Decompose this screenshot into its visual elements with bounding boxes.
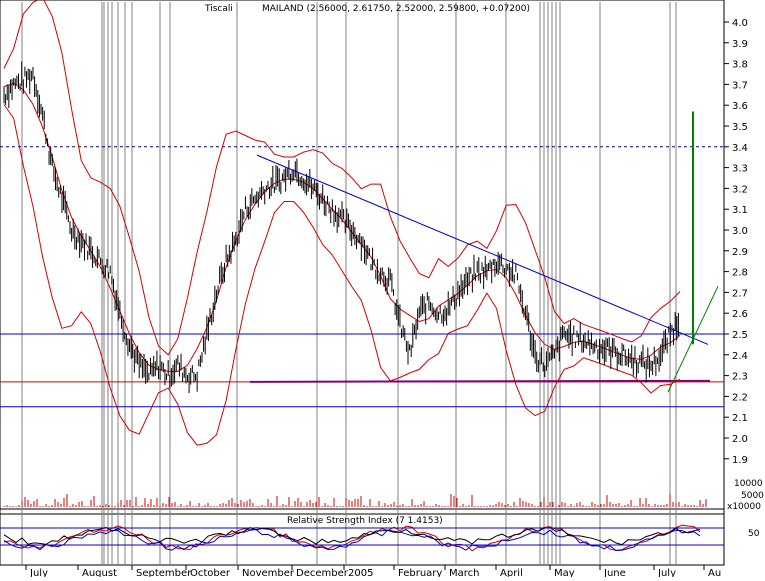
y-tick-label: 1.9 — [732, 455, 748, 466]
x-tick-label: August — [82, 568, 117, 577]
x-tick-label: June — [603, 568, 626, 577]
chart-window: 4.0 3.9 3.8 3.7 3.6 3.5 3.4 3.3 3.2 3.1 3.0 2.9 2.8 2… — [0, 0, 765, 579]
y-tick-label: 3.1 — [732, 205, 748, 216]
x-tick-label: December — [296, 568, 349, 577]
y-tick-label: 2.3 — [732, 372, 748, 383]
y-tick-label: 4.0 — [732, 18, 748, 29]
volume-unit: x10000 — [727, 502, 761, 512]
y-tick-label: 3.4 — [732, 143, 748, 154]
y-tick-label: 2.7 — [732, 288, 748, 299]
rsi-title: Relative Strength Index (7 1.4153) — [287, 516, 443, 526]
x-tick-label: November — [242, 568, 295, 577]
y-tick-label: 3.8 — [732, 60, 748, 71]
y-tick-label: 3.3 — [732, 164, 748, 175]
y-tick-label: 3.7 — [732, 80, 748, 91]
x-tick-label: March — [449, 568, 479, 577]
x-tick-label: July — [657, 568, 676, 577]
y-tick-label: 2.2 — [732, 392, 748, 403]
y-tick-label: 2.5 — [732, 330, 748, 341]
x-tick-label: Au — [708, 568, 721, 577]
y-tick-label: 2.4 — [732, 351, 748, 362]
chart-title: MAILAND (2.56000, 2.61750, 2.52000, 2.59… — [262, 4, 530, 14]
y-tick-label: 3.0 — [732, 226, 748, 237]
y-tick-label: 2.1 — [732, 413, 748, 424]
x-tick-label: April — [500, 568, 523, 577]
y-tick-label: 3.6 — [732, 101, 748, 112]
y-tick-label: 2.9 — [732, 247, 748, 258]
x-tick-label: September — [136, 568, 192, 577]
x-tick-label: July — [29, 568, 48, 577]
chart-background — [0, 0, 765, 577]
ticker-label: Tiscali — [204, 4, 233, 14]
y-tick-label: 3.2 — [732, 184, 748, 195]
y-tick-label: 2.8 — [732, 268, 748, 279]
y-tick-label: 3.9 — [732, 39, 748, 50]
y-tick-label: 2.0 — [732, 434, 748, 445]
volume-tick-10000: 10000 — [734, 479, 763, 489]
rsi-tick-50: 50 — [748, 529, 760, 539]
volume-tick-5000: 5000 — [741, 491, 764, 501]
x-tick-label: October — [190, 568, 231, 577]
y-tick-label: 2.6 — [732, 309, 748, 320]
x-tick-label: May — [554, 568, 575, 577]
x-tick-label: 2005 — [348, 568, 373, 577]
x-tick-label: February — [398, 568, 442, 577]
y-tick-label: 3.5 — [732, 122, 748, 133]
purple-support-line — [249, 379, 711, 383]
price-chart: 4.0 3.9 3.8 3.7 3.6 3.5 3.4 3.3 3.2 3.1 3.0 2.9 2.8 2… — [0, 0, 765, 579]
